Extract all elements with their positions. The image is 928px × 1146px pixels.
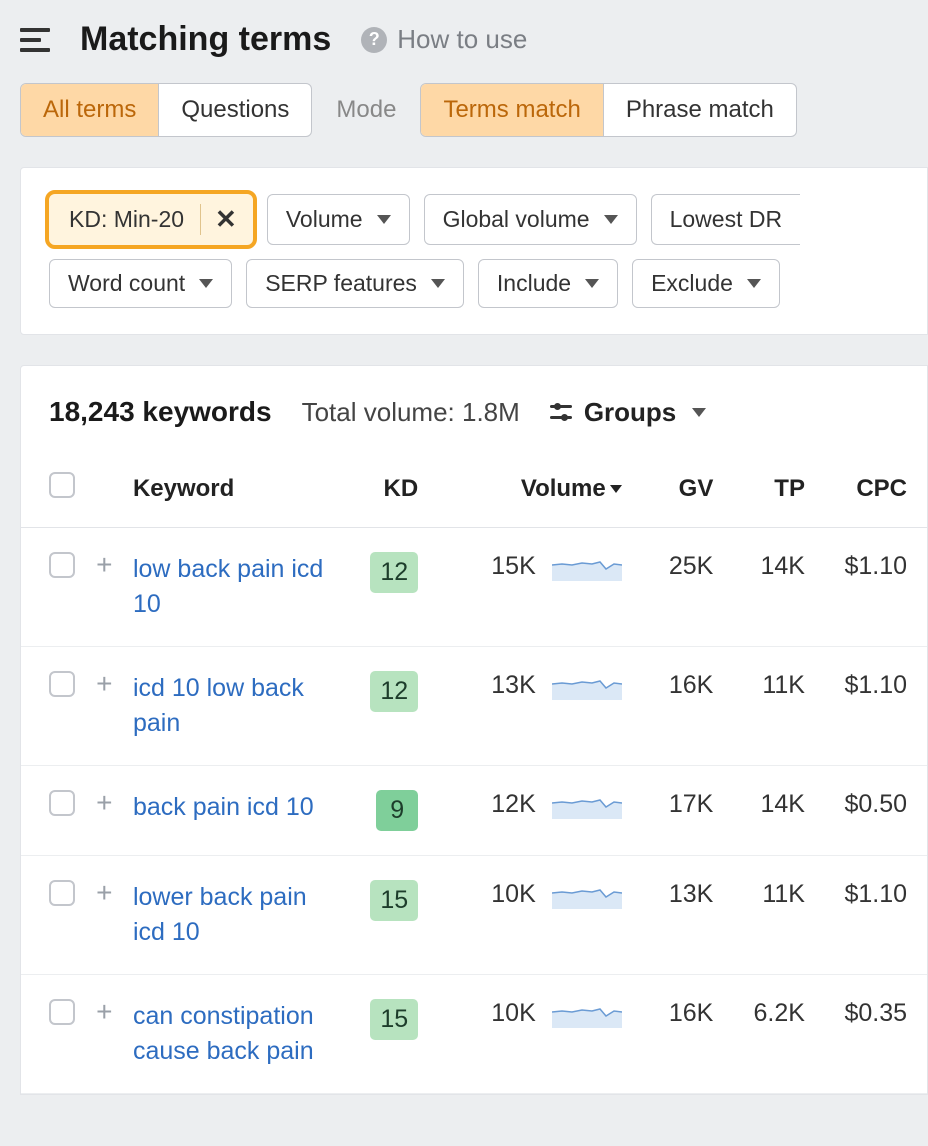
table-row: + lower back pain icd 10 15 10K 13K 11K … [21, 856, 927, 975]
col-tp[interactable]: TP [723, 458, 815, 528]
cpc-value: $1.10 [815, 528, 927, 647]
row-checkbox[interactable] [49, 880, 75, 906]
sort-desc-icon [610, 485, 622, 493]
keyword-count: 18,243 keywords [49, 396, 272, 428]
filter-global-volume[interactable]: Global volume [424, 194, 637, 245]
sparkline-icon [552, 672, 622, 700]
gv-value: 16K [632, 975, 724, 1094]
table-row: + low back pain icd 10 12 15K 25K 14K $1… [21, 528, 927, 647]
cpc-value: $1.10 [815, 647, 927, 766]
col-kd[interactable]: KD [347, 458, 428, 528]
row-checkbox[interactable] [49, 671, 75, 697]
volume-value: 13K [488, 671, 536, 700]
select-all-checkbox[interactable] [49, 472, 75, 498]
table-row: + back pain icd 10 9 12K 17K 14K $0.50 [21, 766, 927, 856]
volume-value: 10K [488, 880, 536, 909]
help-label: How to use [397, 24, 527, 55]
row-checkbox[interactable] [49, 790, 75, 816]
add-icon[interactable]: + [96, 882, 122, 908]
row-checkbox[interactable] [49, 999, 75, 1025]
filter-include[interactable]: Include [478, 259, 618, 308]
page-title: Matching terms [80, 20, 331, 59]
chevron-down-icon [604, 215, 618, 224]
sparkline-icon [552, 881, 622, 909]
menu-icon[interactable] [20, 28, 50, 52]
mode-label: Mode [336, 96, 396, 124]
tab-questions[interactable]: Questions [158, 84, 311, 136]
gv-value: 13K [632, 856, 724, 975]
gv-value: 25K [632, 528, 724, 647]
keyword-link[interactable]: lower back pain icd 10 [133, 883, 307, 946]
terms-tabs: All terms Questions [20, 83, 312, 137]
tab-all-terms[interactable]: All terms [21, 84, 158, 136]
keyword-link[interactable]: low back pain icd 10 [133, 555, 323, 618]
add-icon[interactable]: + [96, 673, 122, 699]
tp-value: 11K [723, 647, 815, 766]
sparkline-icon [552, 1000, 622, 1028]
row-checkbox[interactable] [49, 552, 75, 578]
filter-exclude[interactable]: Exclude [632, 259, 780, 308]
volume-value: 12K [488, 790, 536, 819]
tab-terms-match[interactable]: Terms match [421, 84, 602, 136]
groups-label: Groups [584, 397, 676, 428]
match-mode-tabs: Terms match Phrase match [420, 83, 796, 137]
table-row: + icd 10 low back pain 12 13K 16K 11K $1… [21, 647, 927, 766]
filter-volume[interactable]: Volume [267, 194, 410, 245]
kd-badge: 15 [370, 999, 418, 1040]
add-icon[interactable]: + [96, 554, 122, 580]
groups-dropdown[interactable]: Groups [550, 397, 706, 428]
cpc-value: $0.50 [815, 766, 927, 856]
cpc-value: $0.35 [815, 975, 927, 1094]
chevron-down-icon [377, 215, 391, 224]
tp-value: 11K [723, 856, 815, 975]
keyword-link[interactable]: can constipation cause back pain [133, 1002, 314, 1065]
filter-lowest-dr[interactable]: Lowest DR [651, 194, 800, 245]
col-keyword[interactable]: Keyword [133, 458, 347, 528]
chevron-down-icon [747, 279, 761, 288]
volume-value: 10K [488, 999, 536, 1028]
sparkline-icon [552, 553, 622, 581]
kd-badge: 9 [376, 790, 418, 831]
chevron-down-icon [692, 408, 706, 417]
keywords-table: Keyword KD Volume GV TP CPC + low back p… [21, 458, 927, 1094]
keyword-link[interactable]: icd 10 low back pain [133, 674, 304, 737]
tp-value: 14K [723, 528, 815, 647]
filter-word-count[interactable]: Word count [49, 259, 232, 308]
chevron-down-icon [431, 279, 445, 288]
filter-kd-label: KD: Min-20 [69, 206, 184, 233]
col-gv[interactable]: GV [632, 458, 724, 528]
gv-value: 17K [632, 766, 724, 856]
close-icon[interactable]: ✕ [200, 204, 239, 235]
total-volume: Total volume: 1.8M [302, 397, 520, 428]
col-cpc[interactable]: CPC [815, 458, 927, 528]
col-volume[interactable]: Volume [428, 458, 632, 528]
add-icon[interactable]: + [96, 792, 122, 818]
gv-value: 16K [632, 647, 724, 766]
sliders-icon [550, 402, 572, 422]
help-icon: ? [361, 27, 387, 53]
help-link[interactable]: ? How to use [361, 24, 527, 55]
cpc-value: $1.10 [815, 856, 927, 975]
chevron-down-icon [585, 279, 599, 288]
tp-value: 6.2K [723, 975, 815, 1094]
tab-phrase-match[interactable]: Phrase match [603, 84, 796, 136]
chevron-down-icon [199, 279, 213, 288]
tp-value: 14K [723, 766, 815, 856]
add-icon[interactable]: + [96, 1001, 122, 1027]
table-row: + can constipation cause back pain 15 10… [21, 975, 927, 1094]
filter-bar: KD: Min-20 ✕ Volume Global volume Lowest… [21, 168, 927, 334]
sparkline-icon [552, 791, 622, 819]
kd-badge: 15 [370, 880, 418, 921]
filter-kd-active[interactable]: KD: Min-20 ✕ [49, 194, 253, 245]
volume-value: 15K [488, 552, 536, 581]
filter-serp-features[interactable]: SERP features [246, 259, 464, 308]
kd-badge: 12 [370, 671, 418, 712]
keyword-link[interactable]: back pain icd 10 [133, 793, 314, 821]
kd-badge: 12 [370, 552, 418, 593]
